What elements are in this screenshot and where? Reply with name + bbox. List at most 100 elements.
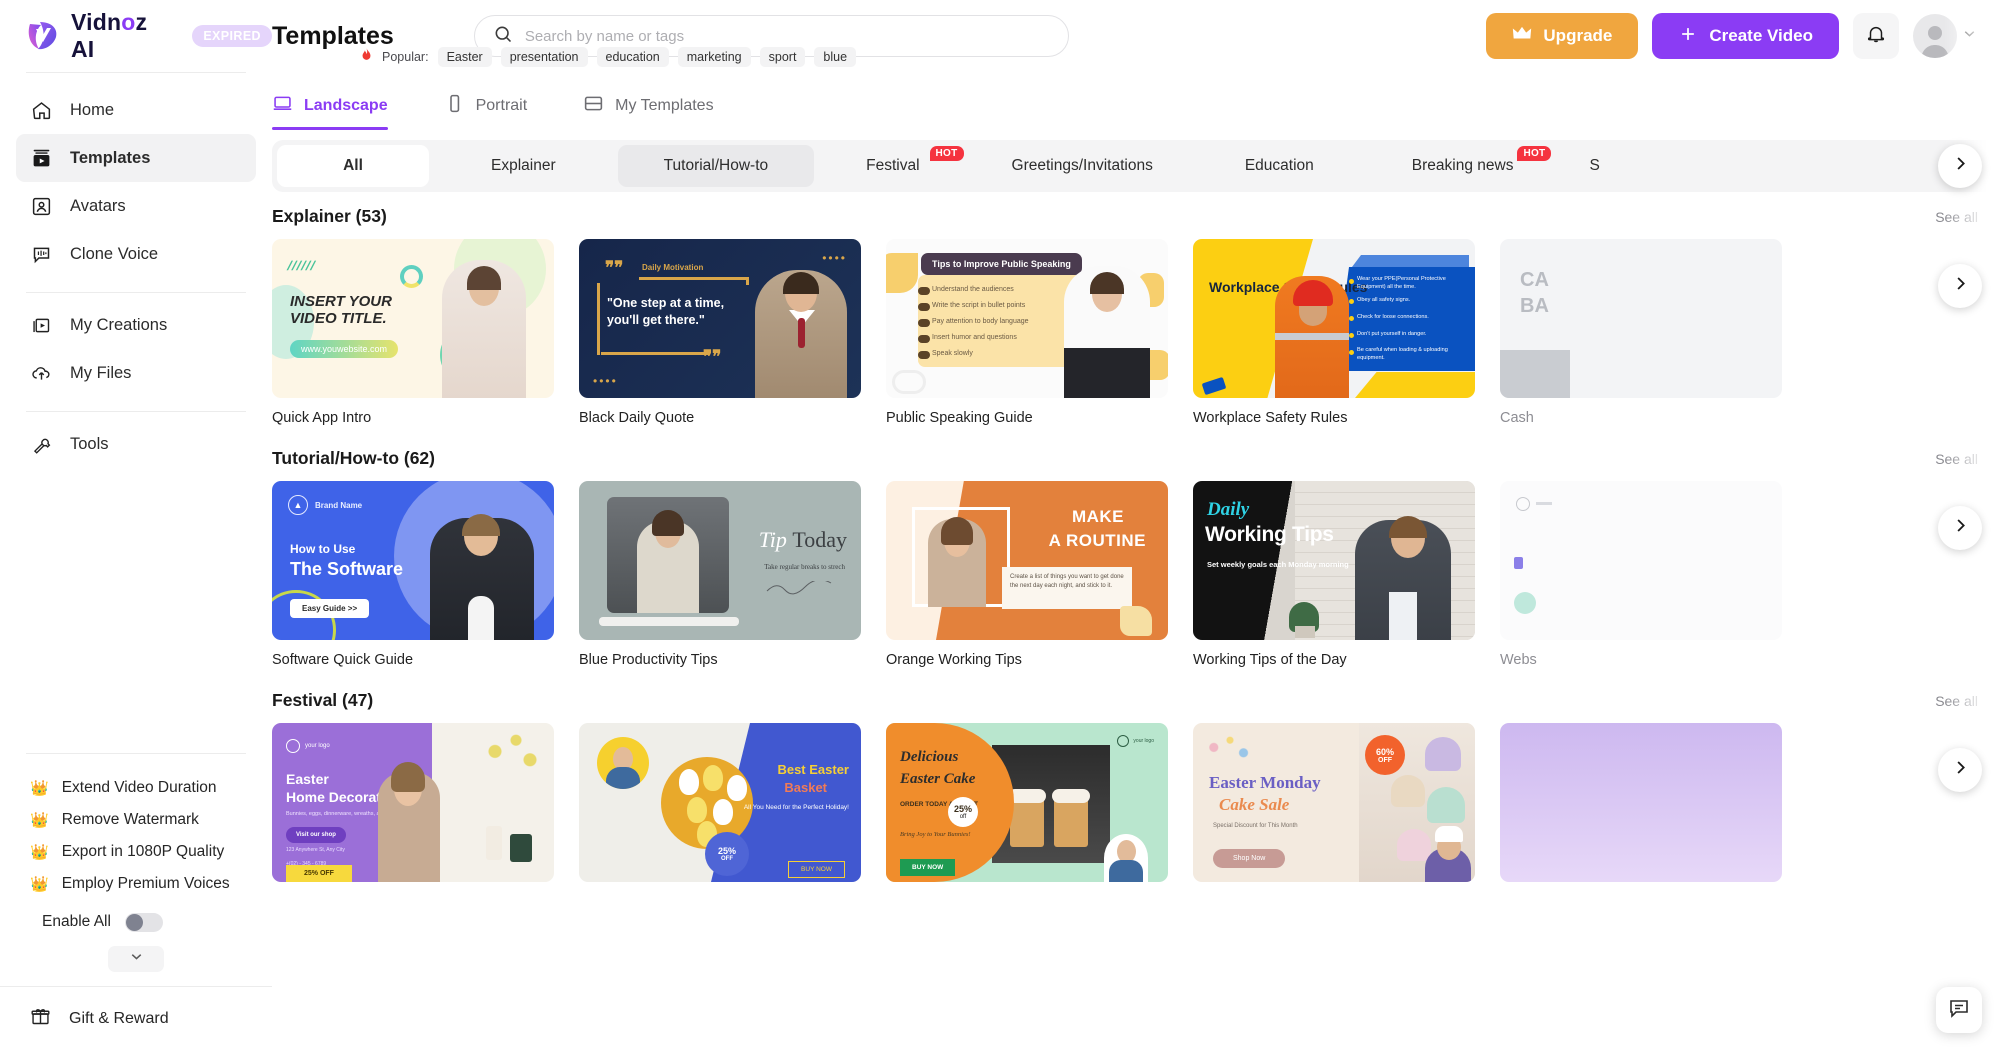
main-content: Templates Upgrade — [272, 0, 2000, 1051]
section-next-button[interactable] — [1938, 748, 1982, 792]
tag-education[interactable]: education — [596, 47, 669, 67]
thumb-item: Be careful when loading & uploading equi… — [1357, 347, 1448, 361]
template-thumbnail: Workplace Safety Rules Wear your PPE(Per… — [1193, 239, 1475, 398]
chat-support-button[interactable] — [1936, 987, 1982, 1033]
sidebar-item-gift-reward[interactable]: Gift & Reward — [0, 987, 272, 1051]
clone-voice-icon — [30, 243, 52, 265]
app-root: Vidnoz AI EXPIRED Home Templates Avatars… — [0, 0, 2000, 1051]
tab-landscape[interactable]: Landscape — [272, 93, 388, 130]
avatars-icon — [30, 195, 52, 217]
sidebar: Vidnoz AI EXPIRED Home Templates Avatars… — [0, 0, 272, 1051]
sidebar-item-tools[interactable]: Tools — [16, 420, 256, 468]
template-card-black-daily-quote[interactable]: ❞❞ Daily Motivation •••• •••• "One step … — [579, 239, 861, 426]
sidebar-item-my-creations[interactable]: My Creations — [16, 301, 256, 349]
thumb-title: Working Tips — [1205, 523, 1334, 546]
perk-premium-voices[interactable]: 👑 Employ Premium Voices — [0, 868, 272, 900]
template-card-orange-working-tips[interactable]: MAKE A ROUTINE Create a list of things y… — [886, 481, 1168, 668]
template-card-blue-productivity-tips[interactable]: Tip Today Take regular breaks to strech … — [579, 481, 861, 668]
section-header: Explainer (53) See all — [272, 206, 2000, 227]
thumb-label: Daily Motivation — [642, 263, 704, 272]
thumb-sub: Take regular breaks to strech — [764, 563, 845, 571]
chevron-down-icon — [1961, 25, 1978, 47]
notifications-button[interactable] — [1853, 13, 1899, 59]
thumb-logo: your logo — [305, 743, 330, 749]
tag-easter[interactable]: Easter — [437, 47, 492, 67]
category-greetings-invitations[interactable]: Greetings/Invitations — [972, 145, 1193, 187]
sidebar-collapse-button[interactable] — [108, 946, 164, 972]
brand-mark-icon: ▲ — [288, 495, 308, 515]
tab-my-templates[interactable]: My Templates — [583, 93, 714, 130]
category-tutorial-how-to[interactable]: Tutorial/How-to — [617, 145, 815, 187]
template-card-partial-festival[interactable] — [1500, 723, 1782, 882]
see-all-link[interactable]: See all — [1935, 693, 1978, 709]
tag-presentation[interactable]: presentation — [500, 47, 588, 67]
fire-icon — [360, 48, 373, 66]
category-festival[interactable]: Festival HOT — [814, 145, 971, 187]
template-thumbnail: CA BA — [1500, 239, 1782, 398]
thumb-sub: Special Discount for This Month — [1213, 823, 1298, 829]
perk-remove-watermark[interactable]: 👑 Remove Watermark — [0, 804, 272, 836]
account-menu[interactable] — [1913, 14, 1978, 58]
category-all[interactable]: All — [277, 145, 429, 187]
perk-extend-video-duration[interactable]: 👑 Extend Video Duration — [0, 772, 272, 804]
thumb-h2: Basket — [784, 780, 827, 795]
search-input[interactable] — [524, 27, 1050, 45]
category-breaking-news[interactable]: Breaking news HOT — [1366, 145, 1560, 187]
brand-logo[interactable]: Vidnoz AI EXPIRED — [0, 0, 272, 72]
category-label: Breaking news — [1411, 157, 1514, 174]
see-all-link[interactable]: See all — [1935, 209, 1978, 225]
create-video-button[interactable]: Create Video — [1652, 13, 1839, 59]
template-card-delicious-easter-cake[interactable]: Delicious Easter Cake ORDER TODAY AND GE… — [886, 723, 1168, 882]
sidebar-item-templates[interactable]: Templates — [16, 134, 256, 182]
chevron-right-icon — [1951, 758, 1970, 782]
perk-export-1080p[interactable]: 👑 Export in 1080P Quality — [0, 836, 272, 868]
tag-blue[interactable]: blue — [814, 47, 857, 67]
template-card-workplace-safety-rules[interactable]: Workplace Safety Rules Wear your PPE(Per… — [1193, 239, 1475, 426]
template-thumbnail: ▲ Brand Name How to Use The Software Eas… — [272, 481, 554, 640]
template-card-software-quick-guide[interactable]: ▲ Brand Name How to Use The Software Eas… — [272, 481, 554, 668]
sidebar-item-label: Tools — [70, 434, 109, 453]
category-label: S — [1589, 157, 1600, 174]
template-card-easter-home-decorations[interactable]: your logo Easter Home Decorations Bunnie… — [272, 723, 554, 882]
create-video-label: Create Video — [1709, 26, 1813, 45]
template-card-easter-monday-cake-sale[interactable]: 60% OFF Easter Monday Cake Sale Special D… — [1193, 723, 1475, 882]
sidebar-item-label: Templates — [70, 148, 151, 167]
category-next-button[interactable] — [1938, 144, 1982, 188]
section-next-button[interactable] — [1938, 264, 1982, 308]
sidebar-nav-tools: Tools — [0, 420, 272, 468]
see-all-link[interactable]: See all — [1935, 451, 1978, 467]
tag-sport[interactable]: sport — [759, 47, 806, 67]
landscape-icon — [272, 93, 293, 119]
category-explainer[interactable]: Explainer — [429, 145, 618, 187]
template-card-cash[interactable]: CA BA Cash — [1500, 239, 1782, 426]
section-next-button[interactable] — [1938, 506, 1982, 550]
template-card-public-speaking-guide[interactable]: Tips to Improve Public Speaking Understa… — [886, 239, 1168, 426]
sidebar-item-clone-voice[interactable]: Clone Voice — [16, 230, 256, 278]
thumb-today: Today — [792, 527, 847, 552]
sidebar-item-home[interactable]: Home — [16, 86, 256, 134]
sidebar-item-label: Home — [70, 100, 115, 119]
template-card-working-tips-of-the-day[interactable]: Daily Working Tips Set weekly goals each… — [1193, 481, 1475, 668]
logo-icon — [286, 739, 300, 753]
thumb-h2: Easter Cake — [900, 771, 976, 787]
thumb-logo: your logo — [1133, 738, 1154, 744]
crown-icon: 👑 — [30, 779, 49, 797]
category-education[interactable]: Education — [1193, 145, 1366, 187]
category-more[interactable]: S — [1559, 145, 1629, 187]
tab-portrait[interactable]: Portrait — [444, 93, 527, 130]
template-name: Black Daily Quote — [579, 410, 695, 426]
tag-marketing[interactable]: marketing — [677, 47, 751, 67]
template-card-best-easter-basket[interactable]: Best Easter Basket All You Need for the … — [579, 723, 861, 882]
sidebar-item-my-files[interactable]: My Files — [16, 349, 256, 397]
perk-label: Remove Watermark — [61, 811, 199, 828]
thumb-sub: Set weekly goals each Monday morning — [1207, 560, 1349, 569]
template-card-quick-app-intro[interactable]: ////// INSERT YOUR VIDEO TITLE. www.youw… — [272, 239, 554, 426]
thumb-off: off — [959, 814, 967, 820]
upgrade-button[interactable]: Upgrade — [1486, 13, 1639, 59]
sidebar-nav-primary: Home Templates Avatars Clone Voice — [0, 73, 272, 278]
enable-all-toggle[interactable] — [124, 912, 163, 932]
category-bar-container: All Explainer Tutorial/How-to Festival H… — [272, 140, 2000, 192]
sidebar-item-avatars[interactable]: Avatars — [16, 182, 256, 230]
section-tutorial-how-to: Tutorial/How-to (62) See all ▲ Brand Nam… — [272, 448, 2000, 668]
template-card-website[interactable]: Webs — [1500, 481, 1782, 668]
